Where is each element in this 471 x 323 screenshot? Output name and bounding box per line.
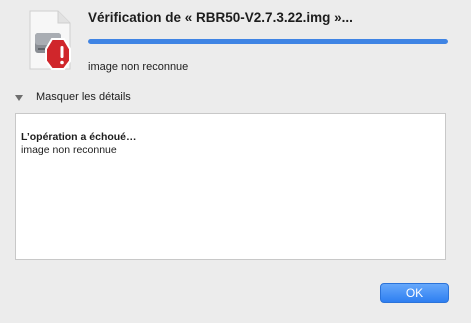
progress-bar xyxy=(88,39,448,44)
progress-fill xyxy=(88,39,448,44)
dialog-title: Vérification de « RBR50-V2.7.3.22.img ».… xyxy=(88,10,353,25)
details-heading: L’opération a échoué… xyxy=(21,131,137,143)
details-message: image non reconnue xyxy=(21,144,117,156)
alert-badge-icon xyxy=(45,38,71,70)
status-text: image non reconnue xyxy=(88,61,189,73)
details-log[interactable]: L’opération a échoué… image non reconnue xyxy=(15,113,446,260)
ok-button[interactable]: OK xyxy=(380,283,449,303)
verification-dialog: Vérification de « RBR50-V2.7.3.22.img ».… xyxy=(0,0,471,323)
hide-details-label[interactable]: Masquer les détails xyxy=(36,91,131,103)
disclosure-triangle-icon[interactable] xyxy=(15,94,23,101)
hide-details-toggle[interactable]: Masquer les détails xyxy=(15,91,131,103)
disk-image-icon xyxy=(24,9,76,73)
